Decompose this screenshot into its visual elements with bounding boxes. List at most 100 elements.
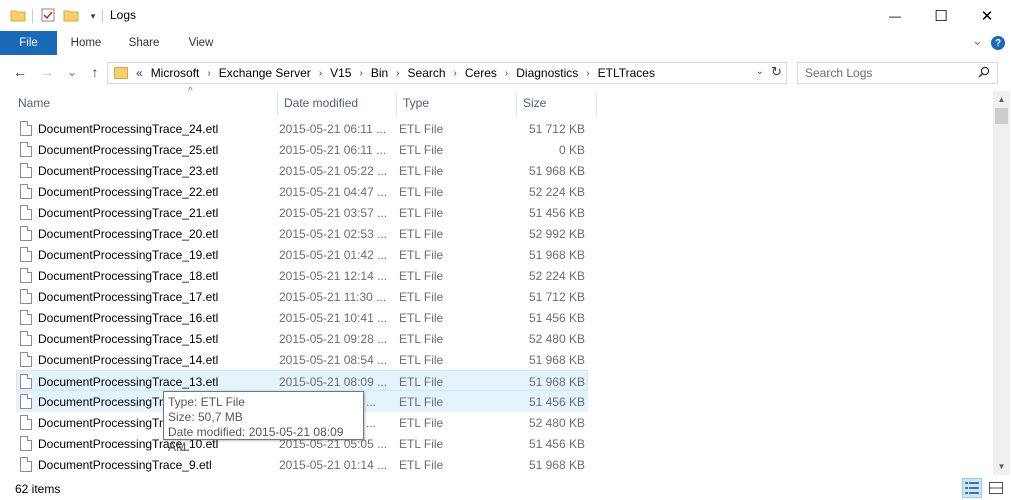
breadcrumb-separator[interactable]: ›: [586, 68, 589, 79]
file-name: DocumentProcessingTrace_22.etl: [38, 184, 219, 199]
file-name: DocumentProcessingTrace_25.etl: [38, 142, 219, 157]
file-type: ETL File: [399, 415, 444, 430]
search-input[interactable]: Search Logs: [797, 62, 998, 84]
file-type: ETL File: [399, 289, 444, 304]
breadcrumb-item[interactable]: Search: [408, 66, 446, 80]
address-folder-icon: [114, 67, 128, 79]
file-icon: [20, 374, 32, 389]
file-type: ETL File: [399, 205, 444, 220]
search-icon[interactable]: [978, 66, 990, 81]
title-bar: ▾ Logs — ☐ ✕: [0, 0, 1011, 31]
file-name: DocumentProcessingTrace_15.etl: [38, 331, 219, 346]
file-date: 2015-05-21 03:57 ...: [279, 205, 388, 220]
table-row[interactable]: DocumentProcessingTrace_16.etl 2015-05-2…: [16, 307, 588, 328]
table-row[interactable]: DocumentProcessingTrace_24.etl 2015-05-2…: [16, 118, 588, 139]
breadcrumb-item[interactable]: Bin: [371, 66, 388, 80]
file-icon: [20, 457, 32, 472]
table-row[interactable]: DocumentProcessingTrace_14.etl 2015-05-2…: [16, 349, 588, 370]
breadcrumb-separator[interactable]: ›: [454, 68, 457, 79]
file-icon: [20, 310, 32, 325]
file-type: ETL File: [399, 184, 444, 199]
ribbon-tabs: File Home Share View ⌄ ?: [0, 31, 1011, 55]
file-name: DocumentProcessingTrace_21.etl: [38, 205, 219, 220]
tooltip-size: Size: 50,7 MB: [168, 410, 243, 424]
new-folder-icon[interactable]: [63, 7, 81, 25]
file-size: 52 992 KB: [528, 226, 585, 241]
table-row[interactable]: DocumentProcessingTrace_23.etl 2015-05-2…: [16, 160, 588, 181]
minimize-button[interactable]: —: [872, 0, 918, 31]
breadcrumb-item[interactable]: ETLTraces: [598, 66, 655, 80]
separator: [102, 9, 103, 23]
breadcrumb-separator[interactable]: ›: [505, 68, 508, 79]
file-icon: [20, 226, 32, 241]
tab-share[interactable]: Share: [120, 31, 168, 55]
details-view-button[interactable]: [962, 478, 982, 498]
column-header-date-modified[interactable]: Date modified: [278, 91, 397, 115]
file-name: DocumentProcessingTrace_24.etl: [38, 121, 219, 136]
help-icon[interactable]: ?: [991, 36, 1005, 50]
table-row[interactable]: DocumentProcessingTrace_19.etl 2015-05-2…: [16, 244, 588, 265]
file-size: 52 224 KB: [528, 268, 585, 283]
refresh-icon[interactable]: ↻: [771, 64, 782, 80]
table-row-hovered[interactable]: DocumentProcessingTrace_13.etl 2015-05-2…: [16, 370, 588, 391]
breadcrumb-item[interactable]: Exchange Server: [219, 66, 311, 80]
folder-icon[interactable]: [10, 7, 28, 25]
file-size: 51 968 KB: [528, 163, 585, 178]
scroll-up-icon[interactable]: ▲: [993, 91, 1010, 108]
forward-button[interactable]: →: [38, 63, 56, 81]
file-name: DocumentProcessingTrace_17.etl: [38, 289, 219, 304]
file-date: 2015-05-21 10:41 ...: [279, 310, 388, 325]
breadcrumb-item[interactable]: Microsoft: [151, 66, 200, 80]
breadcrumb-separator[interactable]: ›: [396, 68, 399, 79]
table-row[interactable]: DocumentProcessingTrace_22.etl 2015-05-2…: [16, 181, 588, 202]
table-row[interactable]: DocumentProcessingTrace_17.etl 2015-05-2…: [16, 286, 588, 307]
tab-home[interactable]: Home: [62, 31, 110, 55]
file-date: 2015-05-21 06:11 ...: [279, 142, 387, 157]
expand-ribbon-icon[interactable]: ⌄: [972, 33, 983, 49]
customize-toolbar-icon[interactable]: ▾: [84, 7, 102, 25]
maximize-button[interactable]: ☐: [918, 0, 964, 31]
scroll-thumb[interactable]: [995, 108, 1008, 124]
properties-icon[interactable]: [40, 7, 58, 25]
tab-file[interactable]: File: [0, 31, 57, 55]
breadcrumb-item[interactable]: Ceres: [465, 66, 497, 80]
file-date: 2015-05-21 08:54 ...: [279, 352, 388, 367]
breadcrumb-item[interactable]: V15: [330, 66, 351, 80]
vertical-scrollbar[interactable]: ▲ ▼: [993, 91, 1010, 475]
file-icon: [20, 352, 32, 367]
recent-locations-button[interactable]: ⌄: [63, 63, 81, 81]
table-row[interactable]: DocumentProcessingTrace_20.etl 2015-05-2…: [16, 223, 588, 244]
file-name: DocumentProcessingTrace_9.etl: [38, 457, 212, 472]
table-row[interactable]: DocumentProcessingTrace_9.etl 2015-05-21…: [16, 454, 588, 475]
tab-view[interactable]: View: [178, 31, 224, 55]
table-row[interactable]: DocumentProcessingTrace_25.etl 2015-05-2…: [16, 139, 588, 160]
table-row[interactable]: DocumentProcessingTrace_18.etl 2015-05-2…: [16, 265, 588, 286]
file-icon: [20, 205, 32, 220]
address-dropdown-icon[interactable]: ⌄: [756, 66, 764, 77]
file-size: 52 224 KB: [528, 184, 585, 199]
file-date: 2015-05-21 08:09 ...: [279, 374, 388, 389]
file-icon: [20, 121, 32, 136]
breadcrumb-separator[interactable]: ›: [319, 68, 322, 79]
large-icons-view-icon: [989, 482, 1003, 494]
column-header-type[interactable]: Type: [397, 91, 517, 115]
breadcrumb-overflow[interactable]: «: [136, 66, 143, 80]
up-button[interactable]: ↑: [86, 63, 104, 81]
back-button[interactable]: ←: [11, 63, 29, 81]
column-header-name[interactable]: Name: [12, 91, 278, 115]
file-type: ETL File: [399, 142, 444, 157]
address-bar[interactable]: « Microsoft › Exchange Server › V15 › Bi…: [107, 62, 787, 84]
table-row[interactable]: DocumentProcessingTrace_15.etl 2015-05-2…: [16, 328, 588, 349]
close-button[interactable]: ✕: [964, 0, 1010, 31]
breadcrumb-separator[interactable]: ›: [207, 68, 210, 79]
file-date: 2015-05-21 06:11 ...: [279, 121, 387, 136]
file-icon: [20, 268, 32, 283]
breadcrumb-separator[interactable]: ›: [359, 68, 362, 79]
file-name: DocumentProcessingTrace_18.etl: [38, 268, 219, 283]
breadcrumb-item[interactable]: Diagnostics: [516, 66, 578, 80]
column-header-size[interactable]: Size: [517, 91, 597, 115]
table-row[interactable]: DocumentProcessingTrace_21.etl 2015-05-2…: [16, 202, 588, 223]
file-type: ETL File: [399, 226, 444, 241]
scroll-down-icon[interactable]: ▼: [993, 458, 1010, 475]
large-icons-view-button[interactable]: [986, 478, 1006, 498]
